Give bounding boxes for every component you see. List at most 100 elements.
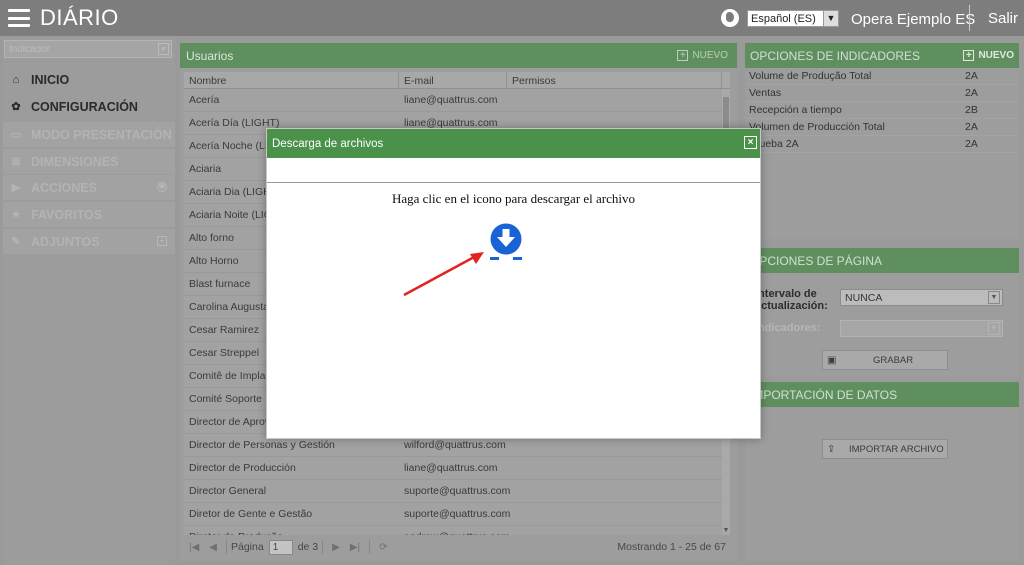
page-options-title: OPCIONES DE PÁGINA xyxy=(750,253,883,268)
sidebar-item-adjuntos[interactable]: ✎ ADJUNTOS + xyxy=(3,229,175,254)
sidebar-item-inicio[interactable]: ⌂ INICIO xyxy=(3,67,175,92)
last-page-icon[interactable]: ▶| xyxy=(350,542,360,553)
page-options-panel: OPCIONES DE PÁGINA Intervalo de actualiz… xyxy=(745,248,1019,377)
app-title: DIÁRIO xyxy=(40,5,119,30)
top-bar: DIÁRIO Español (ES) ▼ Opera Ejemplo ES S… xyxy=(0,0,1024,36)
user-name-cell: Diretor de Produção xyxy=(184,531,399,535)
indicator-value: 2A xyxy=(965,121,978,133)
new-user-button[interactable]: + NUEVO xyxy=(677,50,728,61)
globe-icon xyxy=(721,9,739,27)
indicator-name: Ventas xyxy=(749,87,782,99)
import-file-button[interactable]: ⇪ IMPORTAR ARCHIVO xyxy=(822,439,948,459)
divider xyxy=(322,540,324,554)
scroll-down-icon[interactable]: ▼ xyxy=(722,527,730,535)
next-page-icon[interactable]: ▶ xyxy=(332,542,340,553)
new-indicator-button[interactable]: + NUEVO xyxy=(963,50,1014,61)
indicator-options-header: OPCIONES DE INDICADORES + NUEVO xyxy=(745,43,1019,68)
sidebar-item-configuracion[interactable]: ✿ CONFIGURACIÓN xyxy=(3,94,175,119)
table-row[interactable]: Diretor de Gente e Gestão suporte@quattru… xyxy=(184,503,722,526)
user-email-cell: liane@quattrus.com xyxy=(404,462,498,474)
user-name[interactable]: Opera Ejemplo ES xyxy=(851,11,975,28)
interval-label-line1: Intervalo de xyxy=(755,288,817,300)
indicator-options-title: OPCIONES DE INDICADORES xyxy=(750,48,921,63)
column-header-permissions[interactable]: Permisos xyxy=(507,72,722,88)
column-header-name[interactable]: Nombre xyxy=(184,72,399,88)
table-row[interactable]: Director General suporte@quattrus.com xyxy=(184,480,722,503)
user-name-cell: Diretor de Gente e Gestão xyxy=(189,508,313,520)
list-item[interactable]: Ventas 2A xyxy=(745,85,1019,102)
user-email-cell: andrew@quattrus.com xyxy=(399,531,510,535)
indicator-select[interactable]: Indicador ▼ xyxy=(4,40,172,58)
first-page-icon[interactable]: |◀ xyxy=(189,542,199,553)
interval-select-value: NUNCA xyxy=(845,292,883,304)
page-input[interactable]: 1 xyxy=(268,539,293,555)
table-row[interactable]: Diretor de Produçãoandrew@quattrus.com xyxy=(184,526,722,535)
list-item[interactable]: Prueba 2A 2A xyxy=(745,136,1019,153)
user-email-cell: wilford@quattrus.com xyxy=(404,439,506,451)
divider xyxy=(267,182,760,183)
interval-label-line2: actualización: xyxy=(755,300,828,312)
user-email-cell: suporte@quattrus.com xyxy=(404,508,511,520)
interval-select[interactable]: NUNCA ▼ xyxy=(840,289,1003,306)
data-import-title: IMPORTACIÓN DE DATOS xyxy=(750,387,898,402)
monitor-icon: ▭ xyxy=(10,129,22,141)
data-import-panel: IMPORTACIÓN DE DATOS ⇪ IMPORTAR ARCHIVO xyxy=(745,382,1019,561)
interval-label: Intervalo de actualización: xyxy=(755,288,828,312)
sidebar-item-modo-presentacion[interactable]: ▭ MODO PRESENTACIÓN xyxy=(3,122,175,147)
pager-showing-text: Mostrando 1 - 25 de 67 xyxy=(617,541,726,553)
save-button-label: GRABAR xyxy=(873,354,914,366)
user-name-cell: Director General xyxy=(189,485,267,497)
indicator-value: 2A xyxy=(965,87,978,99)
users-panel-title: Usuarios xyxy=(186,48,234,63)
divider xyxy=(369,540,371,554)
chevron-down-icon: ▼ xyxy=(158,43,169,55)
list-item[interactable]: Recepción a tiempo 2B xyxy=(745,102,1019,119)
table-row[interactable]: Acería liane@quattrus.com xyxy=(184,89,722,112)
page-options-header: OPCIONES DE PÁGINA xyxy=(745,248,1019,273)
page-count: de 3 xyxy=(297,541,319,553)
indicator-list: Volume de Produção Total 2A Ventas 2A Recepc… xyxy=(745,68,1019,153)
sidebar-item-label: ACCIONES xyxy=(31,180,97,195)
sidebar-item-acciones[interactable]: ▶ ACCIONES ✱ xyxy=(3,175,175,200)
logout-link[interactable]: Salir xyxy=(988,10,1018,27)
sidebar-item-dimensiones[interactable]: ≣ DIMENSIONES xyxy=(3,149,175,174)
language-select[interactable]: Español (ES) ▼ xyxy=(747,10,839,27)
list-item[interactable]: Volume de Produção Total 2A xyxy=(745,68,1019,85)
sidebar-item-favoritos[interactable]: ★ FAVORITOS xyxy=(3,202,175,227)
column-header-email[interactable]: E-mail xyxy=(399,72,507,88)
column-header-email-label: E-mail xyxy=(404,75,434,87)
save-button[interactable]: ▣ GRABAR xyxy=(822,350,948,370)
pager: |◀ ◀ Página 1 de 3 ▶ ▶| ⟳ Mostrando 1 - … xyxy=(184,536,730,558)
add-attachment-icon[interactable]: + xyxy=(157,236,167,246)
stack-icon: ≣ xyxy=(11,156,21,168)
new-user-label: NUEVO xyxy=(692,50,728,61)
sidebar: Indicador ▼ ⌂ INICIO ✿ CONFIGURACIÓN ▭ M… xyxy=(3,38,175,565)
indicator-name: Volumen de Producción Total xyxy=(749,121,885,133)
download-dialog: Descarga de archivos × Haga clic en el i… xyxy=(266,128,761,439)
upload-icon: ⇪ xyxy=(827,443,836,455)
indicator-name: Prueba 2A xyxy=(749,138,799,150)
indicator-options-panel: OPCIONES DE INDICADORES + NUEVO Volume d… xyxy=(745,43,1019,239)
chevron-down-icon: ▼ xyxy=(823,11,838,26)
download-icon[interactable] xyxy=(487,222,525,262)
indicators-select[interactable]: ▼ xyxy=(840,320,1003,337)
refresh-icon[interactable]: ⟳ xyxy=(379,542,387,553)
user-name-cell: Director de Producción xyxy=(189,462,296,474)
settings-icon[interactable]: ✱ xyxy=(157,182,167,192)
play-icon: ▶ xyxy=(11,182,21,194)
table-row[interactable]: Director de Producción liane@quattrus.com xyxy=(184,457,722,480)
page-label: Página xyxy=(231,541,264,553)
plus-icon: + xyxy=(677,50,689,61)
list-item[interactable]: Volumen de Producción Total 2A xyxy=(745,119,1019,136)
home-icon: ⌂ xyxy=(12,73,20,86)
hamburger-menu-icon[interactable] xyxy=(8,9,30,27)
user-email-cell: suporte@quattrus.com xyxy=(404,485,511,497)
import-file-label: IMPORTAR ARCHIVO xyxy=(849,443,944,455)
plus-icon: + xyxy=(963,50,975,61)
chevron-down-icon: ▼ xyxy=(988,291,1000,304)
divider xyxy=(226,540,227,554)
close-icon[interactable]: × xyxy=(744,136,757,149)
sidebar-item-label: MODO PRESENTACIÓN xyxy=(31,127,172,142)
prev-page-icon[interactable]: ◀ xyxy=(209,542,217,553)
indicator-name: Recepción a tiempo xyxy=(749,104,842,116)
